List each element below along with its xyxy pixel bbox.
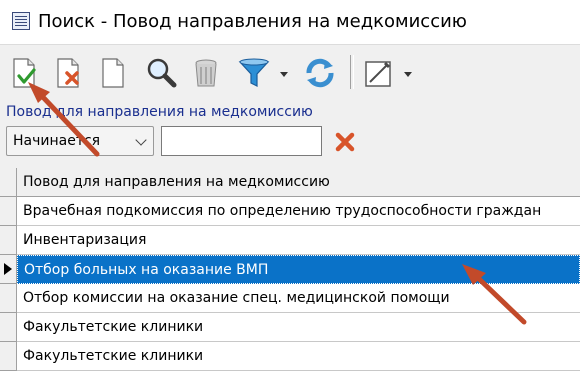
table-row[interactable]: Отбор комиссии на оказание спец. медицин… <box>0 284 580 313</box>
document-delete-icon <box>57 58 79 88</box>
filter-panel: Повод для направления на медкомиссию Нач… <box>0 100 580 168</box>
chevron-down-icon <box>280 72 288 77</box>
grid-header-row: Повод для направления на медкомиссию <box>0 168 580 197</box>
filter-dropdown[interactable] <box>276 53 292 93</box>
table-row[interactable]: Инвентаризация <box>0 226 580 255</box>
window-title: Поиск - Повод направления на медкомиссию <box>38 11 467 32</box>
refresh-icon <box>306 58 334 88</box>
filter-value-input[interactable] <box>161 126 322 156</box>
row-indicator <box>0 168 17 197</box>
trash-icon <box>195 59 217 87</box>
column-header[interactable]: Повод для направления на медкомиссию <box>17 168 580 197</box>
table-cell[interactable]: Факультетские клиники <box>17 313 580 342</box>
table-cell[interactable]: Инвентаризация <box>17 226 580 255</box>
edit-button[interactable] <box>358 53 398 93</box>
table-row[interactable]: Врачебная подкомиссия по определению тру… <box>0 197 580 226</box>
trash-button[interactable] <box>186 53 226 93</box>
select-check-button[interactable] <box>4 53 44 93</box>
search-button[interactable] <box>141 53 181 93</box>
refresh-button[interactable] <box>300 53 340 93</box>
toolbar <box>0 44 580 101</box>
row-indicator <box>0 342 17 371</box>
filter-label: Повод для направления на медкомиссию <box>6 104 313 120</box>
match-mode-select[interactable]: Начинается <box>6 126 154 156</box>
row-indicator <box>0 226 17 255</box>
magnifier-icon <box>147 58 177 88</box>
red-x-icon <box>335 132 355 152</box>
edit-frame-icon <box>365 61 391 87</box>
window-icon <box>12 12 30 30</box>
toolbar-separator <box>350 55 354 89</box>
results-grid: Повод для направления на медкомиссию Вра… <box>0 168 580 372</box>
filter-button[interactable] <box>234 53 274 93</box>
table-row-selected[interactable]: Отбор больных на оказание ВМП <box>0 255 580 284</box>
row-indicator <box>0 255 17 284</box>
new-button[interactable] <box>92 53 132 93</box>
delete-button[interactable] <box>48 53 88 93</box>
row-indicator <box>0 284 17 313</box>
row-indicator <box>0 313 17 342</box>
blank-document-icon <box>102 58 124 88</box>
chevron-down-icon <box>404 72 412 77</box>
current-row-arrow-icon <box>4 263 12 275</box>
clear-filter-button[interactable] <box>330 128 360 156</box>
table-cell[interactable]: Отбор больных на оказание ВМП <box>17 255 580 284</box>
match-mode-value: Начинается <box>13 133 101 149</box>
table-cell[interactable]: Отбор комиссии на оказание спец. медицин… <box>17 284 580 313</box>
chevron-down-icon <box>135 134 147 146</box>
funnel-icon <box>238 58 270 87</box>
table-cell[interactable]: Факультетские клиники <box>17 342 580 371</box>
edit-dropdown[interactable] <box>400 53 416 93</box>
row-indicator <box>0 197 17 226</box>
table-row[interactable]: Факультетские клиники <box>0 342 580 371</box>
title-bar: Поиск - Повод направления на медкомиссию <box>0 0 580 44</box>
table-cell[interactable]: Врачебная подкомиссия по определению тру… <box>17 197 580 226</box>
table-row[interactable]: Факультетские клиники <box>0 313 580 342</box>
document-check-icon <box>13 58 36 88</box>
